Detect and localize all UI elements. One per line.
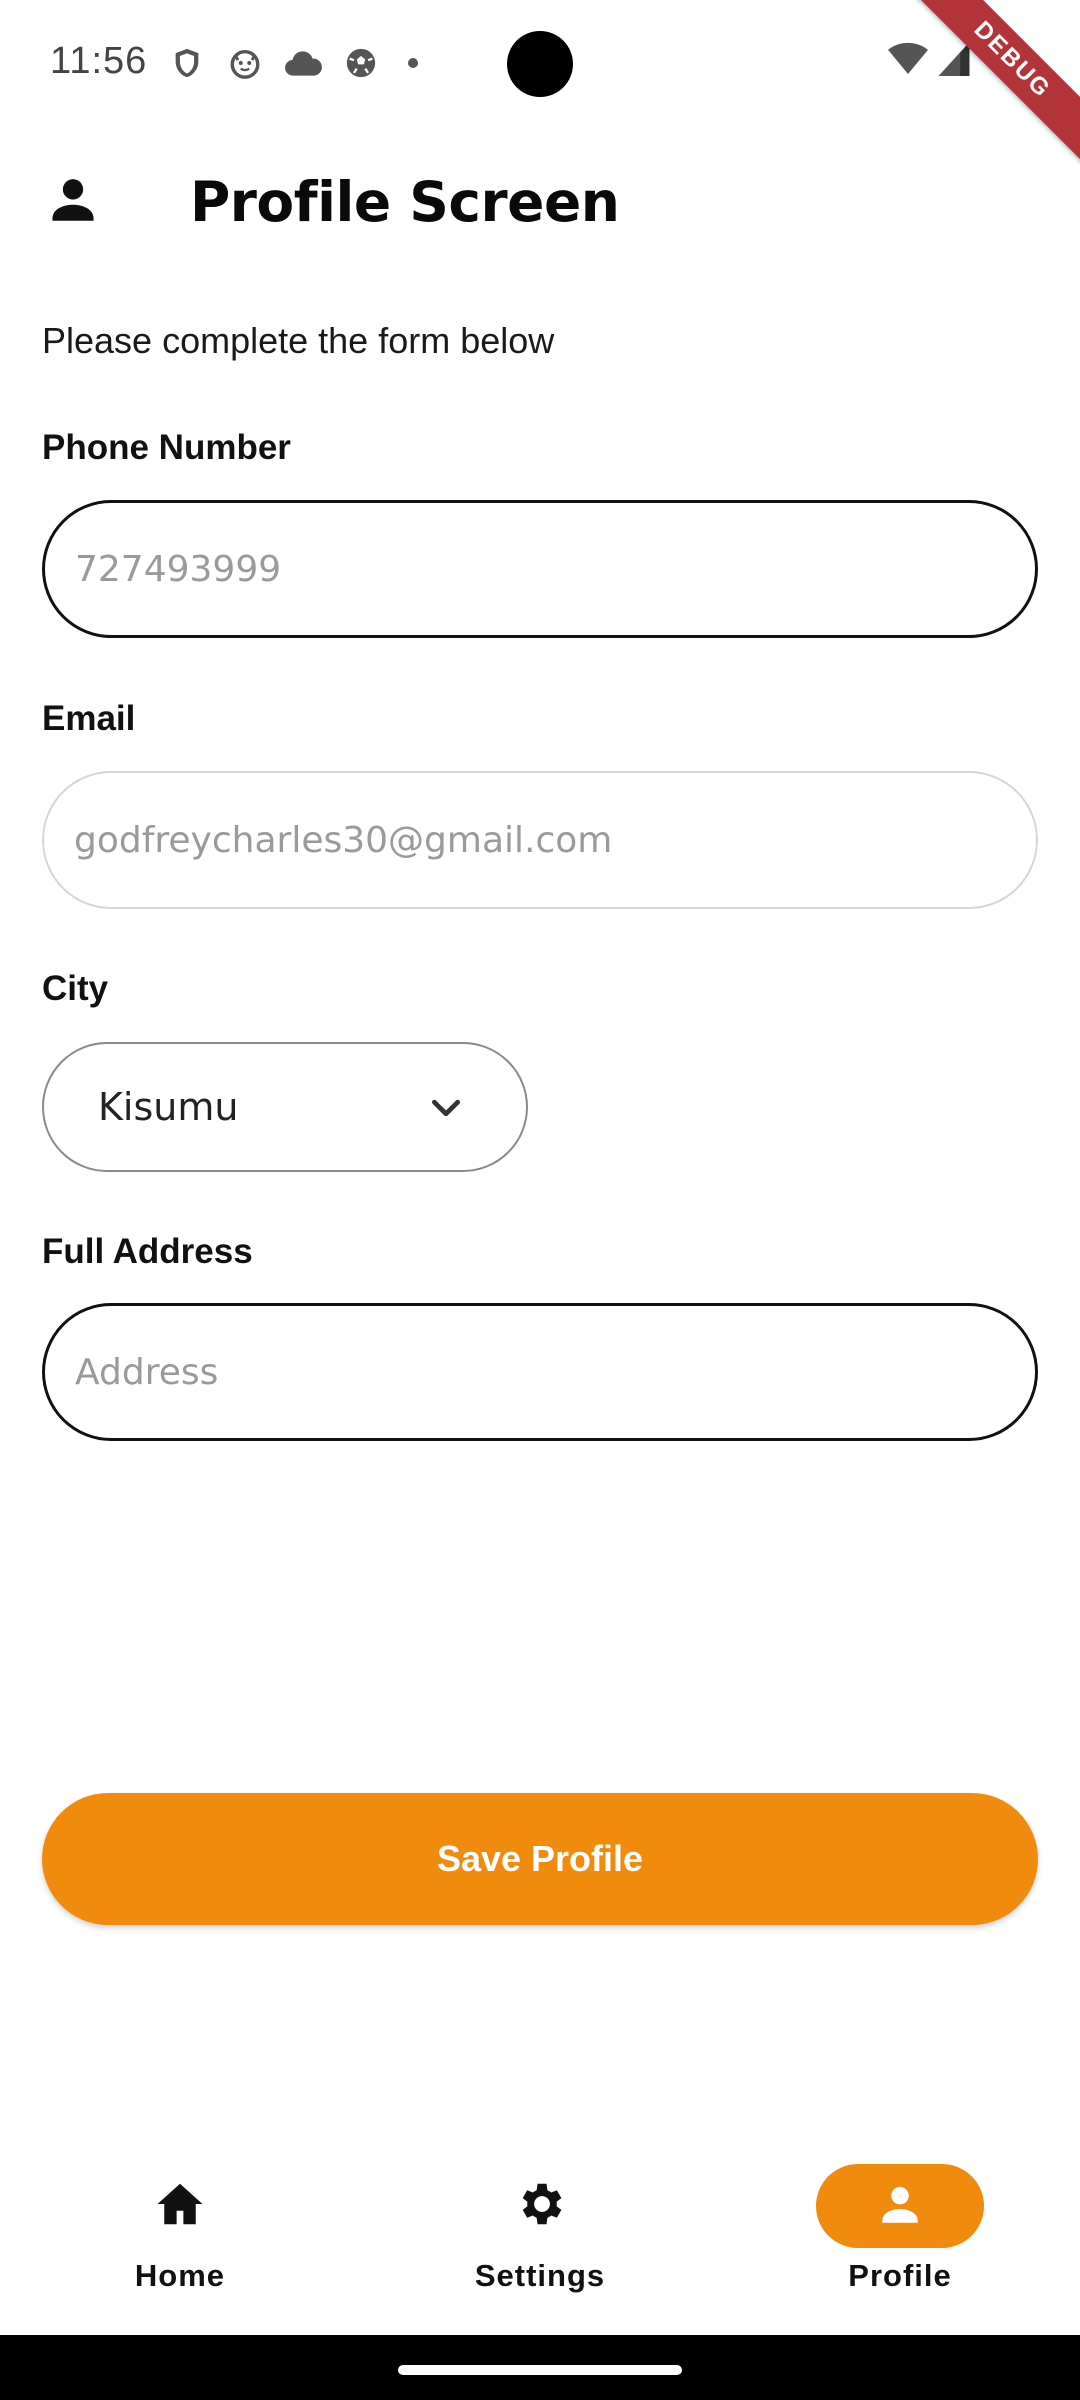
nav-icon-container-active <box>816 2164 984 2248</box>
chevron-down-icon <box>426 1088 466 1128</box>
address-placeholder: Address <box>75 1351 219 1393</box>
nav-label-home: Home <box>134 2258 226 2293</box>
email-field: godfreycharles30@gmail.com <box>42 771 1038 909</box>
email-label: Email <box>42 699 136 738</box>
nav-label-profile: Profile <box>848 2258 952 2293</box>
page-title: Profile Screen <box>190 170 620 234</box>
camera-cutout <box>507 31 573 97</box>
nav-item-home[interactable]: Home <box>0 2140 360 2335</box>
home-gesture-handle[interactable] <box>398 2365 682 2375</box>
home-icon <box>153 2177 207 2236</box>
soccer-ball-icon <box>342 44 380 82</box>
city-selected-value: Kisumu <box>98 1085 239 1129</box>
city-dropdown[interactable]: Kisumu <box>42 1042 528 1172</box>
person-icon <box>875 2179 925 2234</box>
app-bar: Profile Screen <box>0 140 1080 260</box>
dot-icon <box>408 58 418 68</box>
cellular-signal-icon <box>938 42 970 81</box>
system-status-icons <box>888 42 970 81</box>
address-field[interactable]: Address <box>42 1303 1038 1441</box>
nav-item-profile[interactable]: Profile <box>720 2140 1080 2335</box>
shield-icon <box>168 44 206 82</box>
nav-icon-container <box>456 2164 624 2248</box>
phone-placeholder: 727493999 <box>75 548 282 590</box>
nav-item-settings[interactable]: Settings <box>360 2140 720 2335</box>
cloud-icon <box>284 44 322 82</box>
cat-face-icon <box>226 44 264 82</box>
status-time: 11:56 <box>50 40 148 82</box>
gesture-navigation-bar <box>0 2335 1080 2400</box>
address-label: Full Address <box>42 1232 253 1271</box>
person-icon <box>44 170 102 228</box>
gear-icon <box>513 2177 567 2236</box>
email-placeholder: godfreycharles30@gmail.com <box>74 819 613 861</box>
phone-field[interactable]: 727493999 <box>42 500 1038 638</box>
phone-label: Phone Number <box>42 428 291 467</box>
city-label: City <box>42 969 109 1008</box>
nav-icon-container <box>96 2164 264 2248</box>
bottom-navigation: Home Settings Profile <box>0 2140 1080 2335</box>
nav-label-settings: Settings <box>474 2258 606 2293</box>
status-bar: 11:56 <box>0 0 1080 130</box>
wifi-icon <box>888 42 928 81</box>
profile-screen: 11:56 DEBUG Profile Screen Please comple… <box>0 0 1080 2400</box>
save-profile-button[interactable]: Save Profile <box>42 1793 1038 1925</box>
form-intro: Please complete the form below <box>42 320 555 361</box>
notification-icons <box>168 44 418 82</box>
